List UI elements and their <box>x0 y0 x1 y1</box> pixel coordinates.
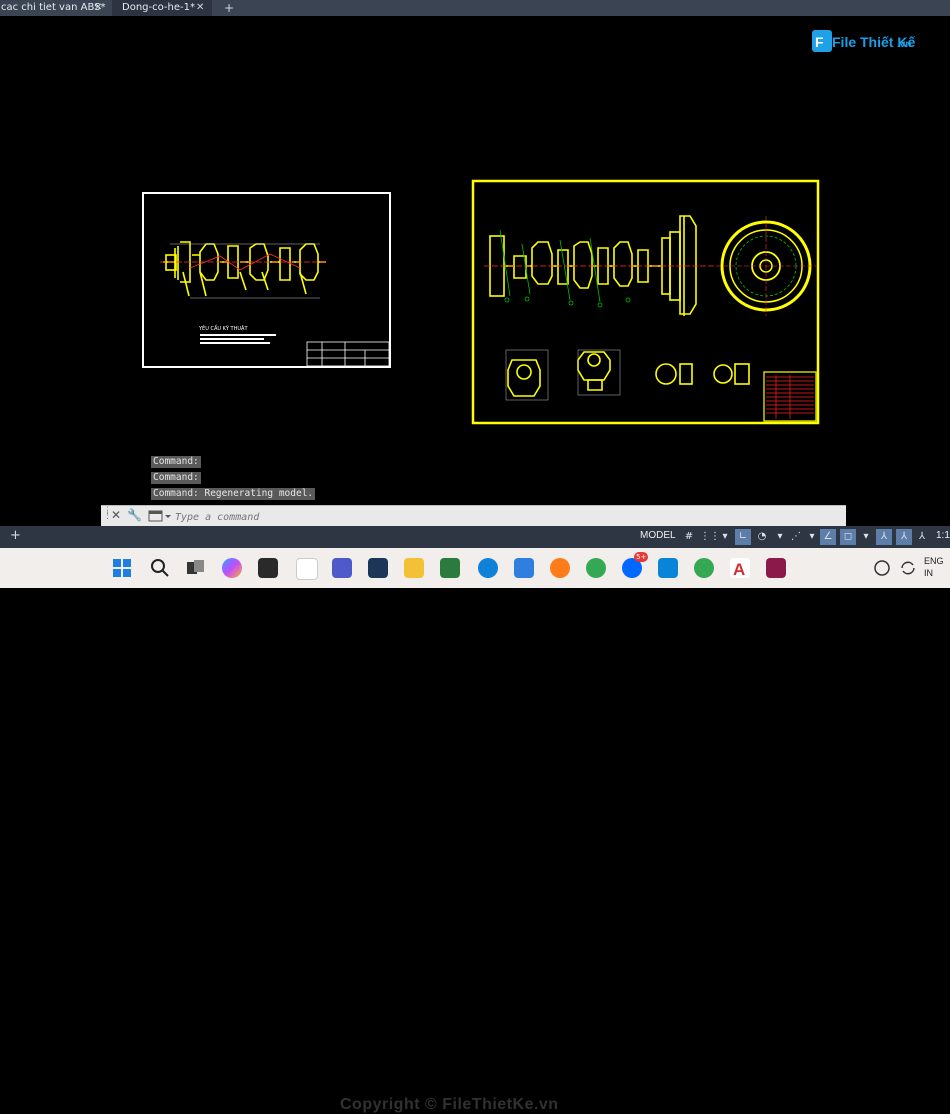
tab-label: Dong-co-he-1* <box>122 2 195 13</box>
vpn-icon[interactable] <box>872 558 892 578</box>
layout-sheet-1: YÊU CẦU KỸ THUẬT <box>142 192 391 368</box>
wrench-icon[interactable]: 🔧 <box>127 508 142 522</box>
annotation-visibility-icon[interactable]: ⅄ <box>876 529 892 545</box>
notes-title: YÊU CẦU KỸ THUẬT <box>198 324 248 332</box>
close-icon[interactable]: ✕ <box>111 508 121 522</box>
drawing-canvas[interactable]: YÊU CẦU KỸ THUẬT F File Thiết Kế .vn Com… <box>0 16 950 526</box>
title-block-1 <box>306 341 390 367</box>
detail-views <box>507 351 750 397</box>
chrome-icon[interactable] <box>586 558 606 578</box>
crankshaft-drawing-1 <box>163 241 326 297</box>
command-history-line: Command: <box>151 456 201 468</box>
drawing-area: YÊU CẦU KỸ THUẬT <box>142 179 820 425</box>
status-bar: + MODEL # ⋮⋮ ▾ ∟ ◔ ▾ ⋰ ▾ ∠ ◻ ▾ ⅄ ⅄ ⅄ 1:1 <box>0 526 950 548</box>
model-space-button[interactable]: MODEL <box>640 530 676 541</box>
teams-icon[interactable] <box>332 558 352 578</box>
app-icon[interactable] <box>514 558 534 578</box>
annotation-scale-icon[interactable]: ⅄ <box>914 529 930 545</box>
app-icon[interactable] <box>658 558 678 578</box>
language-indicator[interactable]: ENG IN <box>924 555 944 579</box>
filethietke-logo: F File Thiết Kế .vn <box>812 28 922 54</box>
watermark-text: Copyright © FileThietKe.vn <box>340 1096 559 1113</box>
command-line: ⋮ ⋮ ✕ 🔧 <box>101 505 846 527</box>
zalo-icon[interactable]: 5+ <box>622 552 649 578</box>
snap-icon[interactable]: ⋮⋮ <box>700 529 720 545</box>
sync-icon[interactable] <box>898 558 918 578</box>
title-block-2 <box>763 371 817 422</box>
chevron-down-icon[interactable]: ▾ <box>804 529 820 545</box>
document-tab-bar: cac chi tiet van ABS* ✕ Dong-co-he-1* ✕ … <box>0 0 950 16</box>
object-snap-icon[interactable]: ◻ <box>840 529 856 545</box>
add-layout-button[interactable]: + <box>10 528 21 543</box>
svg-text:.vn: .vn <box>897 39 911 50</box>
tab-label: cac chi tiet van ABS* <box>1 2 106 13</box>
snipping-tool-icon[interactable] <box>296 558 318 580</box>
app-icon[interactable] <box>440 558 460 578</box>
firefox-icon[interactable] <box>550 558 570 578</box>
chrome-profile-icon[interactable] <box>694 558 714 578</box>
command-history-line: Command: <box>151 472 201 484</box>
notification-badge: 5+ <box>634 552 649 562</box>
file-explorer-icon[interactable] <box>404 558 424 578</box>
edge-icon[interactable] <box>478 558 498 578</box>
winrar-icon[interactable] <box>766 558 786 578</box>
close-icon[interactable]: ✕ <box>196 0 204 16</box>
app-icon[interactable] <box>368 558 388 578</box>
auto-scale-icon[interactable]: ⅄ <box>896 529 912 545</box>
ortho-icon[interactable]: ∟ <box>735 529 751 545</box>
isodraft-icon[interactable]: ⋰ <box>788 529 804 545</box>
object-snap-tracking-icon[interactable]: ∠ <box>820 529 836 545</box>
chevron-down-icon[interactable]: ▾ <box>858 529 874 545</box>
new-tab-button[interactable]: + <box>222 1 236 15</box>
command-input[interactable] <box>173 508 837 526</box>
svg-text:F: F <box>815 34 824 50</box>
polar-tracking-icon[interactable]: ◔ <box>754 529 770 545</box>
task-view-icon[interactable] <box>185 558 205 578</box>
autocad-icon[interactable]: A <box>730 558 750 579</box>
windows-start-icon[interactable] <box>112 558 132 578</box>
layout-sheet-2 <box>471 179 820 425</box>
dimension-lines <box>499 229 631 308</box>
scale-readout[interactable]: 1:1 <box>936 530 950 541</box>
copilot-icon[interactable] <box>222 558 242 578</box>
command-history-line: Command: Regenerating model. <box>151 488 316 500</box>
flywheel-view <box>716 216 816 316</box>
svg-text:A: A <box>733 560 745 578</box>
grip-handle[interactable]: ⋮ ⋮ <box>103 507 112 524</box>
tab-cac-chi-tiet[interactable]: cac chi tiet van ABS* ✕ <box>0 0 108 16</box>
tab-dong-co-he[interactable]: Dong-co-he-1* ✕ <box>112 0 212 16</box>
search-icon[interactable] <box>150 558 170 578</box>
chevron-down-icon[interactable]: ▾ <box>717 529 733 545</box>
nox-icon[interactable] <box>258 558 278 578</box>
close-icon[interactable]: ✕ <box>94 0 102 16</box>
grid-icon[interactable]: # <box>681 529 697 545</box>
chevron-down-icon[interactable]: ▾ <box>772 529 788 545</box>
windows-taskbar: 5+ A ENG IN Copyright © FileThietKe.vn <box>0 548 950 1113</box>
command-prompt-icon[interactable] <box>147 508 171 524</box>
